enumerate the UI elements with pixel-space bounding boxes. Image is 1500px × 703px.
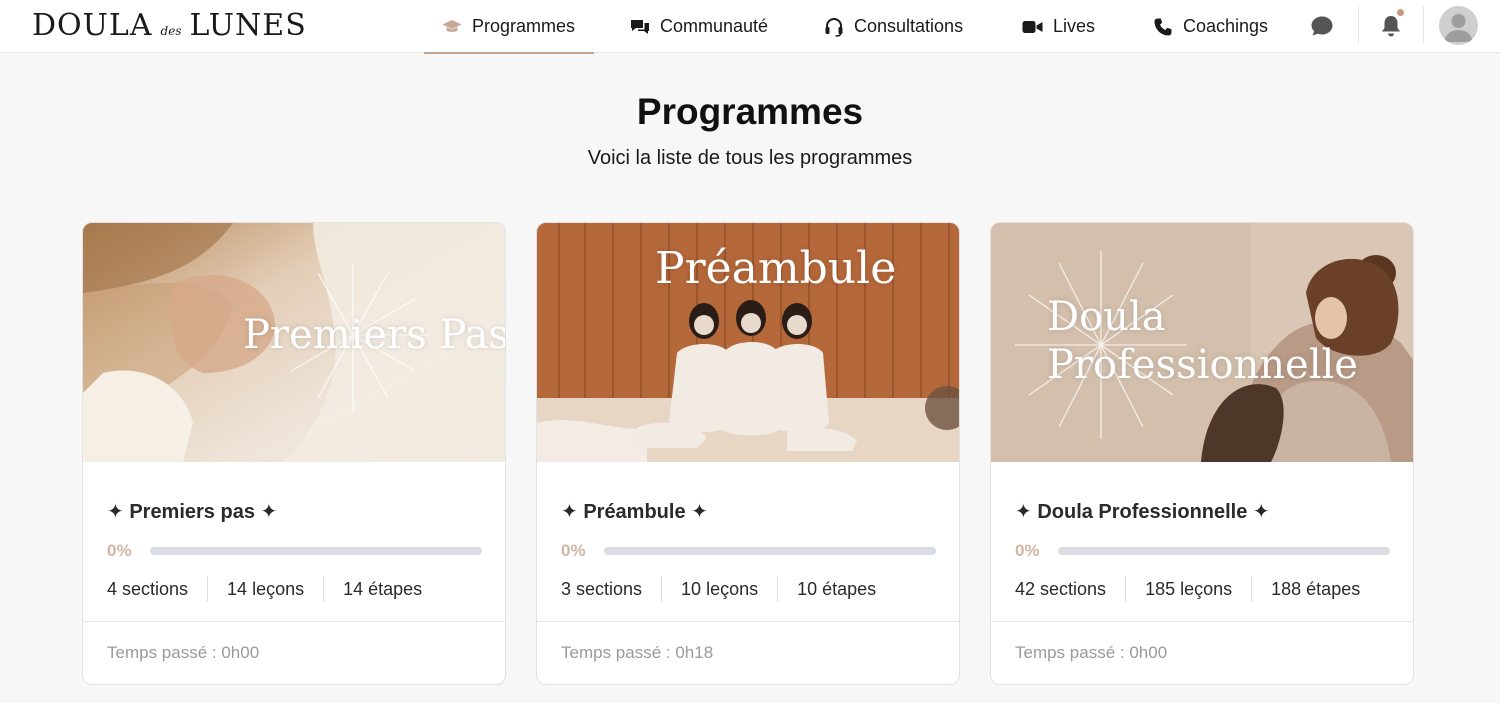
- progress-row: 0%: [561, 541, 937, 561]
- cover-title-line-2: Professionnelle: [1047, 342, 1358, 388]
- time-spent: Temps passé : 0h18: [561, 643, 714, 662]
- doula-des-lunes-logo[interactable]: DOULA des LUNES: [32, 8, 307, 43]
- stat-sections: 3 sections: [561, 579, 643, 599]
- program-stats: 3 sections 10 leçons 10 étapes: [561, 576, 895, 602]
- cover-title-line-1: Doula: [1047, 294, 1166, 340]
- card-divider: [83, 621, 505, 622]
- time-spent: Temps passé : 0h00: [107, 643, 260, 662]
- logo-text-lunes: LUNES: [189, 8, 307, 43]
- logo-text-doula: DOULA: [32, 8, 153, 43]
- nav-item-programmes[interactable]: Programmes: [423, 0, 595, 54]
- card-divider: [991, 621, 1413, 622]
- program-cover-image: Doula Professionnelle: [991, 223, 1413, 462]
- program-title[interactable]: ✦ Premiers pas ✦: [107, 499, 277, 524]
- stat-steps: 10 étapes: [777, 576, 895, 602]
- stat-steps: 14 étapes: [323, 576, 441, 602]
- nav-item-lives[interactable]: Lives: [1022, 0, 1095, 53]
- page-title: Programmes: [636, 91, 864, 132]
- progress-percentage: 0%: [107, 541, 132, 560]
- video-camera-icon: [1022, 19, 1043, 35]
- page-subtitle: Voici la liste de tous les programmes: [587, 147, 913, 169]
- nav-item-label: Lives: [1053, 16, 1096, 36]
- message-icon[interactable]: [1309, 13, 1335, 39]
- program-card-doula-professionnelle[interactable]: Doula Professionnelle ✦ Doula Profession…: [990, 222, 1414, 685]
- stat-lessons: 185 leçons: [1125, 576, 1251, 602]
- stat-lessons: 10 leçons: [661, 576, 777, 602]
- program-stats: 4 sections 14 leçons 14 étapes: [107, 576, 441, 602]
- time-spent: Temps passé : 0h00: [1015, 643, 1168, 662]
- nav-item-label: Coachings: [1183, 16, 1269, 36]
- graduation-cap-icon: [442, 19, 462, 35]
- program-cover-image: Préambule: [537, 223, 959, 462]
- program-cover-image: Premiers Pas: [83, 223, 506, 462]
- nav-item-coachings[interactable]: Coachings: [1153, 0, 1268, 53]
- stat-sections: 42 sections: [1015, 579, 1107, 599]
- notification-badge: [1396, 8, 1405, 17]
- nav-separator: [1358, 6, 1359, 44]
- card-divider: [537, 621, 959, 622]
- program-title[interactable]: ✦ Préambule ✦: [561, 499, 708, 524]
- avatar[interactable]: [1439, 6, 1478, 45]
- program-title[interactable]: ✦ Doula Professionnelle ✦: [1015, 499, 1270, 524]
- progress-bar: [150, 547, 482, 555]
- nav-item-communaute[interactable]: Communauté: [630, 0, 768, 53]
- top-navigation: DOULA des LUNES Programmes Communauté Co…: [0, 0, 1500, 54]
- nav-item-consultations[interactable]: Consultations: [824, 0, 963, 53]
- progress-row: 0%: [107, 541, 483, 561]
- nav-item-label: Consultations: [854, 16, 964, 36]
- progress-percentage: 0%: [561, 541, 586, 560]
- progress-bar: [1058, 547, 1390, 555]
- program-card-premiers-pas[interactable]: Premiers Pas ✦ Premiers pas ✦ 0% 4 secti…: [82, 222, 506, 685]
- stat-sections: 4 sections: [107, 579, 189, 599]
- nav-separator: [1423, 6, 1424, 44]
- program-stats: 42 sections 185 leçons 188 étapes: [1015, 576, 1379, 602]
- bell-icon[interactable]: [1378, 8, 1405, 39]
- cover-title: Premiers Pas: [243, 312, 506, 358]
- progress-row: 0%: [1015, 541, 1391, 561]
- headset-icon: [824, 17, 844, 37]
- cover-title: Préambule: [655, 243, 897, 294]
- progress-bar: [604, 547, 936, 555]
- progress-percentage: 0%: [1015, 541, 1040, 560]
- stat-lessons: 14 leçons: [207, 576, 323, 602]
- nav-item-label: Programmes: [472, 16, 576, 36]
- program-card-preambule[interactable]: Préambule ✦ Préambule ✦ 0% 3 sections 10…: [536, 222, 960, 685]
- logo-text-des: des: [160, 24, 182, 38]
- stat-steps: 188 étapes: [1251, 576, 1379, 602]
- nav-item-label: Communauté: [660, 16, 769, 36]
- chat-bubbles-icon: [630, 18, 650, 36]
- phone-icon: [1153, 17, 1173, 37]
